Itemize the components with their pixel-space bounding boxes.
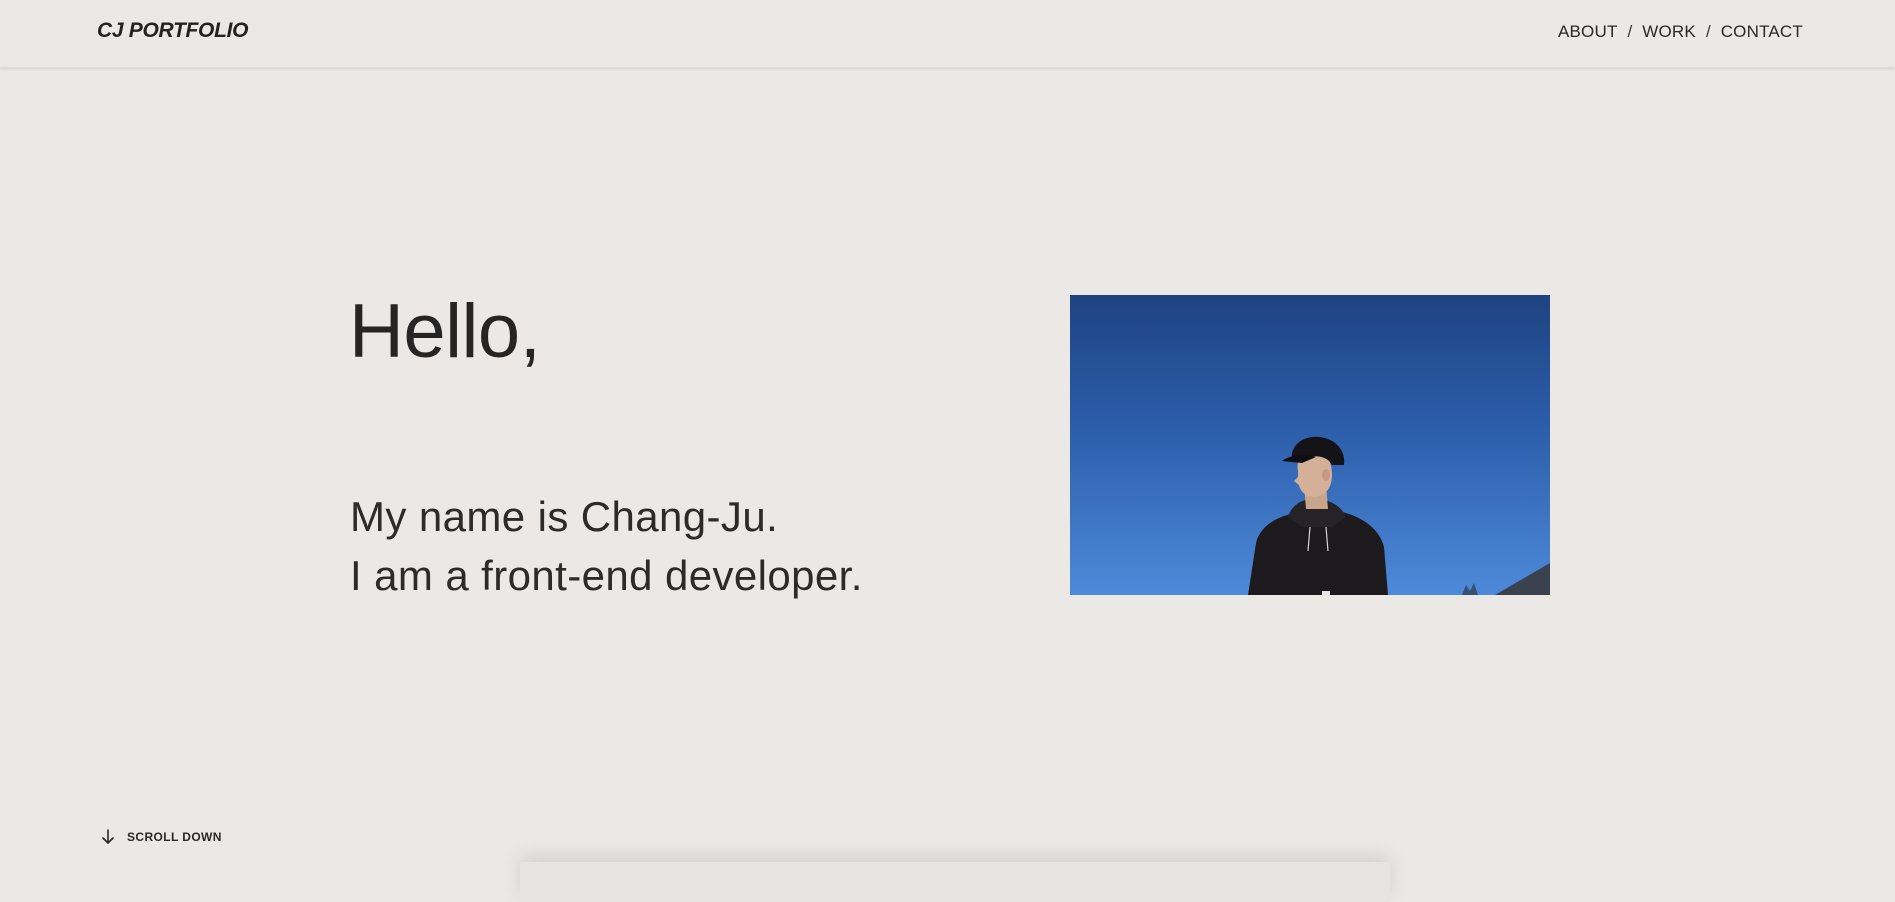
portrait-illustration [1070,295,1550,595]
nav-separator: / [1705,22,1711,41]
nav-item-work[interactable]: WORK [1642,22,1696,42]
main-nav: ABOUT / WORK / CONTACT [1558,22,1803,42]
nav-separator: / [1627,22,1633,41]
intro-line-role: I am a front-end developer. [350,552,863,599]
site-logo[interactable]: CJ PORTFOLIO [97,19,249,43]
intro-text: My name is Chang-Ju. I am a front-end de… [350,487,863,605]
intro-line-name: My name is Chang-Ju. [350,493,779,540]
hero-title: Hello, [349,289,541,374]
nav-item-contact[interactable]: CONTACT [1721,22,1803,42]
site-header: CJ PORTFOLIO ABOUT / WORK / CONTACT [0,0,1895,68]
arrow-down-icon [102,829,114,844]
next-section-card [520,862,1390,902]
scroll-down-label: SCROLL DOWN [127,830,222,844]
profile-photo [1070,295,1550,595]
scroll-down-button[interactable]: SCROLL DOWN [101,829,222,845]
nav-item-about[interactable]: ABOUT [1558,22,1618,42]
